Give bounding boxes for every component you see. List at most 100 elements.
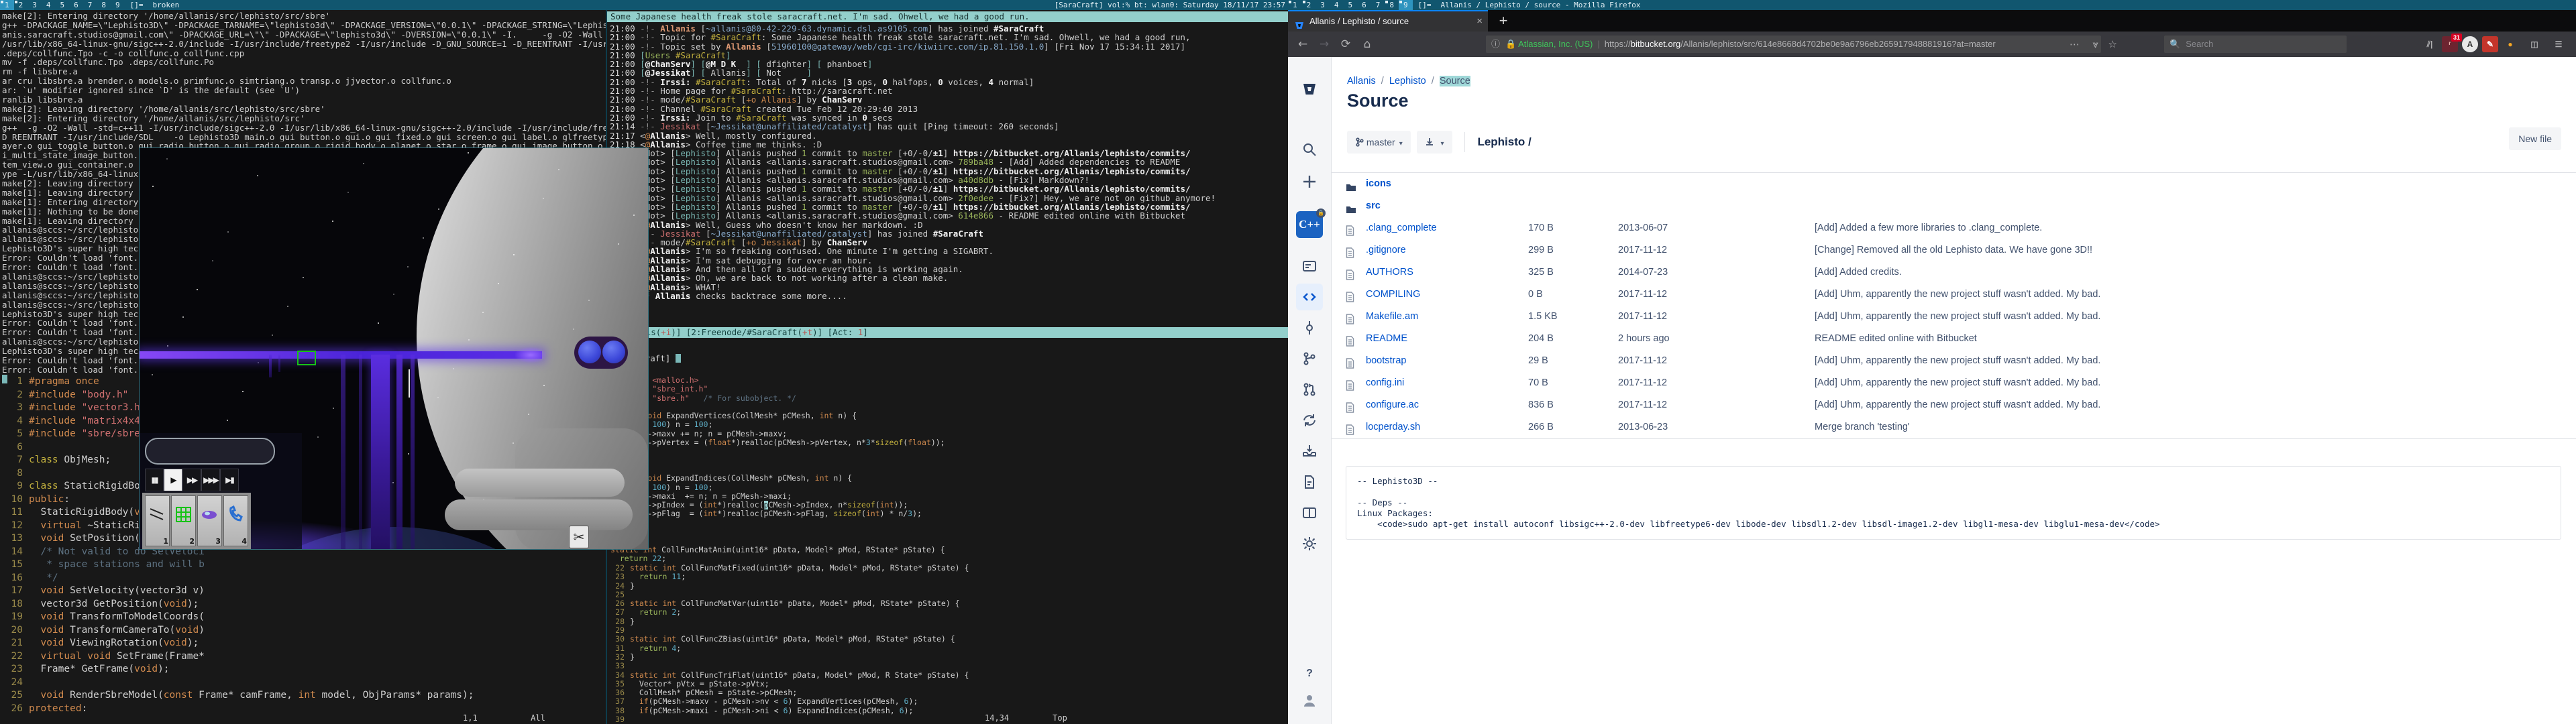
dwm-layout-symbol[interactable]: []=: [125, 0, 149, 10]
sidebar-item-boards[interactable]: [1296, 499, 1323, 526]
dwm-tag-7[interactable]: 7: [83, 0, 97, 10]
search-icon[interactable]: [1296, 136, 1323, 163]
table-row-config.ini[interactable]: config.ini 70 B 2017-11-12 [Add] Uhm, ap…: [1331, 372, 2576, 394]
extension-icon-2[interactable]: A: [2462, 36, 2478, 52]
pocket-icon[interactable]: ⩔: [2093, 36, 2098, 53]
breadcrumb-user-link[interactable]: Allanis: [1347, 76, 1376, 86]
irssi-pane[interactable]: Some Japanese health freak stole saracra…: [607, 10, 1288, 375]
create-plus-icon[interactable]: [1296, 168, 1323, 195]
dwm-tag-8[interactable]: 8: [1385, 0, 1399, 10]
menu-icon[interactable]: ☰: [2551, 36, 2567, 52]
table-row-Makefile.am[interactable]: Makefile.am 1.5 KB 2017-11-12 [Add] Uhm,…: [1331, 306, 2576, 328]
table-row-.gitignore[interactable]: .gitignore 299 B 2017-11-12 [Change] Rem…: [1331, 239, 2576, 261]
dwm-tag-1[interactable]: 1: [1288, 0, 1302, 10]
file-name-link[interactable]: COMPILING: [1366, 284, 1420, 306]
dwm-tag-2[interactable]: 2: [14, 0, 28, 10]
scissors-icon[interactable]: ✂: [569, 526, 589, 548]
bitbucket-logo[interactable]: [1296, 76, 1323, 103]
table-row-README[interactable]: README 204 B 2 hours ago README edited o…: [1331, 328, 2576, 350]
sidebar-item-source[interactable]: [1296, 284, 1323, 310]
file-name-link[interactable]: bootstrap: [1366, 350, 1406, 372]
table-row-AUTHORS[interactable]: AUTHORS 325 B 2014-07-23 [Add] Added cre…: [1331, 261, 2576, 284]
new-file-button[interactable]: New file: [2509, 127, 2561, 150]
hud-tile-1[interactable]: 1: [145, 495, 170, 546]
time-control-speed-4[interactable]: ▶▮: [220, 469, 239, 491]
dwm-tag-1[interactable]: 1: [0, 0, 14, 10]
table-row-bootstrap[interactable]: bootstrap 29 B 2017-11-12 [Add] Uhm, app…: [1331, 350, 2576, 372]
extension-icon-1[interactable]: ʳ31: [2442, 36, 2458, 52]
dwm-tag-3[interactable]: 3: [1316, 0, 1330, 10]
help-icon[interactable]: ?: [1296, 660, 1323, 687]
url-text[interactable]: https://bitbucket.org/Allanis/lephisto/s…: [1605, 39, 1996, 49]
dwm-tag-6[interactable]: 6: [1357, 0, 1371, 10]
settings-gear-icon[interactable]: [1296, 530, 1323, 557]
reload-button[interactable]: ⟳: [1336, 35, 1355, 54]
search-bar[interactable]: 🔍Search: [2164, 36, 2347, 53]
sidebar-item-downloads[interactable]: [1296, 438, 1323, 465]
dwm-tag-9[interactable]: 9: [111, 0, 125, 10]
bookmark-star-icon[interactable]: ☆: [2108, 36, 2117, 53]
table-row-src[interactable]: src: [1331, 195, 2576, 217]
file-name-link[interactable]: config.ini: [1366, 372, 1404, 394]
hud-tile-3[interactable]: 3: [197, 495, 222, 546]
new-tab-button[interactable]: +: [1493, 11, 1513, 32]
vim-pane-right[interactable]: #include <malloc.h>#include "sbre_int.h"…: [607, 367, 1288, 724]
time-control-speed-3[interactable]: ▶▶▶: [201, 469, 220, 491]
sidebar-item-branches[interactable]: [1296, 345, 1323, 372]
branch-selector[interactable]: master▾: [1347, 131, 1411, 154]
dwm-tag-5[interactable]: 5: [1344, 0, 1358, 10]
lephisto3d-game-window[interactable]: ✂ ▮▮▶▶▶▶▶▶▶▮ 1234: [139, 147, 649, 550]
file-name-link[interactable]: README: [1366, 328, 1407, 350]
table-row-configure.ac[interactable]: configure.ac 836 B 2017-11-12 [Add] Uhm,…: [1331, 394, 2576, 416]
dwm-tag-4[interactable]: 4: [42, 0, 56, 10]
file-name-link[interactable]: configure.ac: [1366, 394, 1419, 416]
sidebar-item-pipelines[interactable]: [1296, 407, 1323, 434]
home-button[interactable]: ⌂: [1358, 35, 1377, 54]
file-name-link[interactable]: locperday.sh: [1366, 416, 1420, 438]
dwm-tag-5[interactable]: 5: [56, 0, 70, 10]
extension-icon-3[interactable]: ✎: [2482, 36, 2498, 52]
ev-identity-label[interactable]: Atlassian, Inc. (US): [1518, 39, 1593, 49]
sidebar-item-pull-requests[interactable]: [1296, 376, 1323, 403]
table-row-locperday.sh[interactable]: locperday.sh 266 B 2013-06-23 Merge bran…: [1331, 416, 2576, 438]
url-bar[interactable]: ⓘ🔒 Atlassian, Inc. (US)|https://bitbucke…: [1486, 36, 2101, 53]
dwm-tag-9[interactable]: 9: [1399, 0, 1413, 10]
profile-avatar-icon[interactable]: [1296, 687, 1323, 714]
extension-icon-4[interactable]: ●: [2502, 36, 2518, 52]
dwm-tag-7[interactable]: 7: [1371, 0, 1385, 10]
hud-tile-2[interactable]: 2: [171, 495, 196, 546]
repo-avatar[interactable]: C++🔒: [1296, 211, 1323, 238]
file-name-link[interactable]: .clang_complete: [1366, 217, 1437, 239]
site-info-icon[interactable]: ⓘ: [1486, 39, 1505, 49]
dwm-tag-2[interactable]: 2: [1302, 0, 1316, 10]
tab-close-icon[interactable]: ×: [1477, 11, 1483, 32]
time-control-speed-1[interactable]: ▶: [164, 469, 182, 491]
page-actions-icon[interactable]: ⋯: [2070, 36, 2080, 53]
download-button[interactable]: ▾: [1417, 131, 1452, 154]
dwm-tag-3[interactable]: 3: [28, 0, 42, 10]
time-control-pause[interactable]: ▮▮: [145, 469, 164, 491]
dwm-tag-6[interactable]: 6: [69, 0, 83, 10]
tab-allanis-lephisto-source[interactable]: Allanis / Lephisto / source ×: [1288, 10, 1488, 33]
library-icon[interactable]: ⫽|: [2422, 36, 2438, 52]
file-name-link[interactable]: icons: [1366, 173, 1391, 195]
breadcrumb-repo-link[interactable]: Lephisto: [1389, 76, 1426, 86]
file-name-link[interactable]: .gitignore: [1366, 239, 1406, 261]
file-name-link[interactable]: src: [1366, 195, 1381, 217]
sidebar-item-commits[interactable]: [1296, 314, 1323, 341]
sidebar-item-documents[interactable]: [1296, 469, 1323, 495]
sidebar-toggle-icon[interactable]: ◫: [2526, 36, 2542, 52]
table-row-COMPILING[interactable]: COMPILING 0 B 2017-11-12 [Add] Uhm, appa…: [1331, 284, 2576, 306]
table-row-icons[interactable]: icons: [1331, 173, 2576, 195]
hud-tile-4[interactable]: 4: [223, 495, 248, 546]
sidebar-item-overview[interactable]: [1296, 253, 1323, 280]
dwm-layout-symbol-right[interactable]: []=: [1413, 0, 1437, 10]
forward-button[interactable]: →: [1315, 35, 1334, 54]
file-name-link[interactable]: AUTHORS: [1366, 261, 1413, 284]
dwm-tag-8[interactable]: 8: [97, 0, 111, 10]
file-name-link[interactable]: Makefile.am: [1366, 306, 1418, 328]
back-button[interactable]: ←: [1293, 35, 1312, 54]
time-control-speed-2[interactable]: ▶▶: [182, 469, 201, 491]
table-row-.clang_complete[interactable]: .clang_complete 170 B 2013-06-07 [Add] A…: [1331, 217, 2576, 239]
dwm-tag-4[interactable]: 4: [1330, 0, 1344, 10]
